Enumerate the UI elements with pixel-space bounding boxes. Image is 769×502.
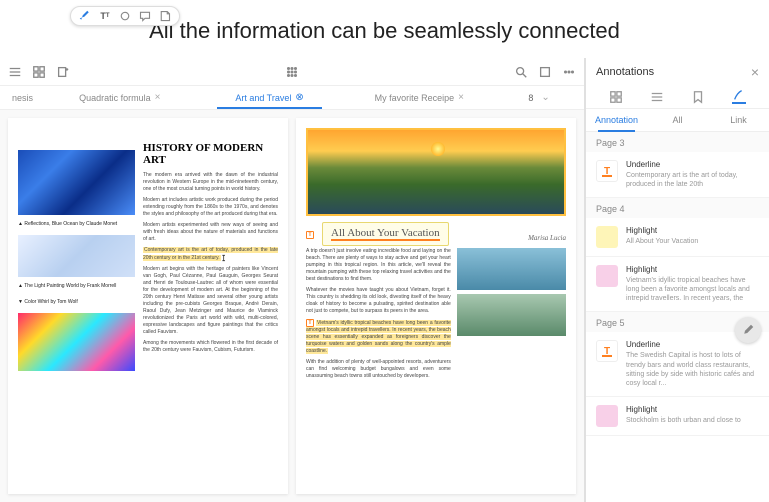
paragraph: Whatever the movies have taught you abou… xyxy=(306,287,451,315)
annotation-item[interactable]: T UnderlineContemporary art is the art o… xyxy=(586,152,769,198)
more-icon[interactable] xyxy=(562,65,576,79)
search-icon[interactable] xyxy=(514,65,528,79)
tab-quadratic[interactable]: Quadratic formula× xyxy=(45,86,195,109)
artwork-image xyxy=(18,235,135,277)
section-header: Page 4 xyxy=(586,198,769,218)
image-caption: ▼ Color Whirl by Tom Wolf xyxy=(18,299,135,305)
page-counter[interactable]: 8⌄ xyxy=(494,86,584,109)
apps-icon[interactable] xyxy=(285,65,299,79)
paragraph: The modern era arrived with the dawn of … xyxy=(143,172,278,193)
underline-icon: T xyxy=(596,160,618,182)
edit-fab[interactable] xyxy=(735,317,761,343)
article-title: HISTORY OF MODERN ART xyxy=(143,142,278,166)
annotation-item[interactable]: HighlightStockholm is both urban and clo… xyxy=(586,397,769,436)
highlight-icon xyxy=(596,265,618,287)
paragraph: Among the movements which flowered in th… xyxy=(143,340,278,354)
highlight-icon xyxy=(596,226,618,248)
paragraph: Modern artists experimented with new way… xyxy=(143,222,278,243)
annotation-item[interactable]: HighlightAll About Your Vacation xyxy=(586,218,769,257)
artwork-image xyxy=(18,150,135,215)
annotation-list[interactable]: Page 3 T UnderlineContemporary art is th… xyxy=(586,132,769,502)
close-icon[interactable]: × xyxy=(458,92,464,103)
tab-link[interactable]: Link xyxy=(708,109,769,131)
section-header: Page 3 xyxy=(586,132,769,152)
list-view-icon[interactable] xyxy=(650,90,664,104)
close-icon[interactable]: ⊗ xyxy=(295,92,303,103)
artwork-image xyxy=(18,313,135,371)
text-cursor-icon xyxy=(221,254,229,262)
sidebar-title: Annotations xyxy=(596,66,654,78)
list-icon[interactable] xyxy=(8,65,22,79)
highlighted-text: Contemporary art is the art of today, pr… xyxy=(143,247,278,262)
paragraph: A trip doesn't just involve eating incre… xyxy=(306,248,451,283)
tab-all[interactable]: All xyxy=(647,109,708,131)
main-pane: nesis Quadratic formula× Art and Travel⊗… xyxy=(0,58,585,502)
bookmark-icon[interactable] xyxy=(691,90,705,104)
highlighted-paragraph: TVietnam's idyllic tropical beaches have… xyxy=(306,319,451,355)
page-left: ▲ Reflections, Blue Ocean by Claude Mone… xyxy=(8,118,288,494)
thumbnail-image xyxy=(457,294,566,336)
hero-image xyxy=(306,128,566,216)
image-caption: ▲ Reflections, Blue Ocean by Claude Mone… xyxy=(18,221,135,227)
paragraph: Modern art includes artistic work produc… xyxy=(143,197,278,218)
annotation-item[interactable]: HighlightVietnam's idyllic tropical beac… xyxy=(586,257,769,312)
tab-recipe[interactable]: My favorite Receipe× xyxy=(344,86,494,109)
tab-art-travel[interactable]: Art and Travel⊗ xyxy=(195,86,345,109)
close-button[interactable]: × xyxy=(751,64,759,80)
paragraph: With the addition of plenty of well-appo… xyxy=(306,359,451,380)
document-viewport[interactable]: T T ▲ Reflections, Blue Ocean by Claude M… xyxy=(0,110,584,502)
tab-annotation[interactable]: Annotation xyxy=(586,109,647,131)
annotations-sidebar: Annotations × Annotation All Link Page 3… xyxy=(585,58,769,502)
close-icon[interactable]: × xyxy=(155,92,161,103)
tab-genesis[interactable]: nesis xyxy=(0,86,45,109)
annotation-marker[interactable]: T xyxy=(306,319,314,327)
article-title-box: All About Your Vacation xyxy=(322,222,449,246)
thumbnail-image xyxy=(457,248,566,290)
underline-icon: T xyxy=(596,340,618,362)
paragraph: Modern art begins with the heritage of p… xyxy=(143,266,278,336)
expand-icon[interactable] xyxy=(538,65,552,79)
annotation-tool-icon[interactable] xyxy=(732,90,746,104)
grid-icon[interactable] xyxy=(32,65,46,79)
page-right: T All About Your Vacation Marisa Lucia A… xyxy=(296,118,576,494)
tab-bar: nesis Quadratic formula× Art and Travel⊗… xyxy=(0,86,584,110)
image-caption: ▲ The Light Painting World by Frank Morr… xyxy=(18,283,135,289)
annotation-item[interactable]: T UnderlineThe Swedish Capital is host t… xyxy=(586,332,769,396)
top-toolbar xyxy=(0,58,584,86)
add-icon[interactable] xyxy=(56,65,70,79)
grid-view-icon[interactable] xyxy=(609,90,623,104)
highlight-icon xyxy=(596,405,618,427)
annotation-marker[interactable]: T xyxy=(306,231,314,239)
